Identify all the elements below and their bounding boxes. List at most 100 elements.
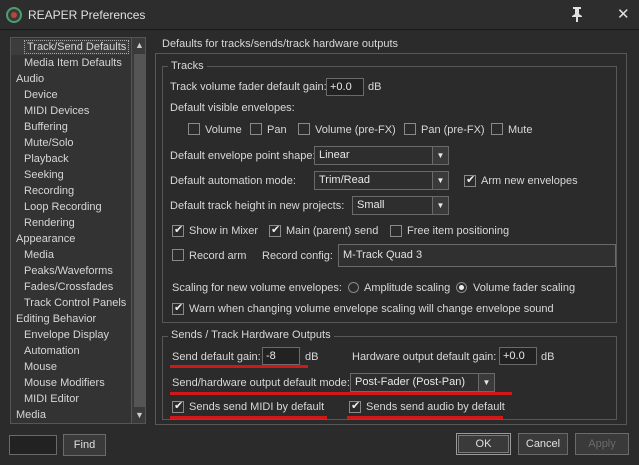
- tree-item-label: Loop Recording: [24, 201, 102, 213]
- scaling-label: Scaling for new volume envelopes:: [172, 282, 342, 294]
- tree-item-label: Appearance: [16, 233, 76, 245]
- find-button[interactable]: Find: [63, 434, 106, 456]
- tree-item-label: Playback: [24, 153, 69, 165]
- point-shape-value: Linear: [319, 149, 350, 161]
- tree-item[interactable]: Mute/Solo: [11, 135, 130, 151]
- env-pan-prefx-checkbox[interactable]: [404, 123, 416, 135]
- tree-item-label: Peaks/Waveforms: [24, 265, 113, 277]
- tree-item[interactable]: Fades/Crossfades: [11, 279, 130, 295]
- tree-item[interactable]: Appearance: [11, 231, 130, 247]
- tree-scrollbar[interactable]: ▲ ▼: [131, 38, 145, 423]
- tree-item-label: Mouse: [24, 361, 58, 373]
- fader-scaling-radio[interactable]: [456, 282, 467, 293]
- chevron-down-icon: ▼: [432, 197, 448, 214]
- scroll-thumb[interactable]: [134, 54, 145, 407]
- track-height-value: Small: [357, 199, 385, 211]
- tree-item-label: Mute/Solo: [24, 137, 74, 149]
- send-audio-label: Sends send audio by default: [366, 401, 505, 413]
- main-send-checkbox[interactable]: [269, 223, 281, 237]
- fader-gain-unit: dB: [368, 81, 382, 93]
- find-input[interactable]: [9, 435, 57, 455]
- tree-item-label: Media Item Defaults: [24, 57, 122, 69]
- tree-item[interactable]: Audio: [11, 71, 130, 87]
- tree-item[interactable]: Device: [11, 87, 130, 103]
- hw-gain-input[interactable]: +0.0: [499, 347, 537, 365]
- cancel-button[interactable]: Cancel: [518, 433, 568, 455]
- arm-new-envelopes-checkbox[interactable]: [464, 173, 476, 187]
- tracks-group-title: Tracks: [168, 60, 207, 72]
- env-pan-label: Pan: [267, 124, 287, 136]
- tree-item[interactable]: Automation: [11, 343, 130, 359]
- send-midi-checkbox[interactable]: [172, 399, 184, 413]
- category-tree[interactable]: Track/Send Defaults Media Item Defaults Au…: [10, 37, 146, 424]
- tree-item[interactable]: Seeking: [11, 167, 130, 183]
- tree-item-label: MIDI Devices: [24, 105, 90, 117]
- env-pan-checkbox[interactable]: [250, 123, 262, 135]
- tree-item[interactable]: Media: [11, 247, 130, 263]
- close-icon[interactable]: ✕: [617, 5, 630, 23]
- tree-item-label: Buffering: [24, 121, 68, 133]
- annotation-underline: [170, 392, 512, 395]
- pin-icon[interactable]: [571, 6, 585, 22]
- warn-scaling-checkbox[interactable]: [172, 301, 184, 315]
- tree-item[interactable]: Rendering: [11, 215, 130, 231]
- send-mode-dropdown[interactable]: Post-Fader (Post-Pan) ▼: [350, 373, 495, 392]
- fader-scaling-label: Volume fader scaling: [473, 282, 576, 294]
- scroll-down-icon[interactable]: ▼: [132, 408, 145, 423]
- tree-item[interactable]: Mouse Modifiers: [11, 375, 130, 391]
- show-in-mixer-checkbox[interactable]: [172, 223, 184, 237]
- tree-item-label: Automation: [24, 345, 80, 357]
- tree-item[interactable]: MIDI Editor: [11, 391, 130, 407]
- env-volume-prefx-checkbox[interactable]: [298, 123, 310, 135]
- env-pan-prefx-label: Pan (pre-FX): [421, 124, 485, 136]
- tree-item[interactable]: Peaks/Waveforms: [11, 263, 130, 279]
- send-audio-checkbox[interactable]: [349, 399, 361, 413]
- apply-button[interactable]: Apply: [575, 433, 629, 455]
- point-shape-dropdown[interactable]: Linear ▼: [314, 146, 449, 165]
- scroll-up-icon[interactable]: ▲: [132, 38, 145, 53]
- automation-mode-label: Default automation mode:: [170, 175, 296, 187]
- tree-item[interactable]: Playback: [11, 151, 130, 167]
- main-send-label: Main (parent) send: [286, 225, 379, 237]
- automation-mode-value: Trim/Read: [319, 174, 370, 186]
- sends-group-title: Sends / Track Hardware Outputs: [168, 329, 334, 341]
- env-volume-checkbox[interactable]: [188, 123, 200, 135]
- tree-item-label: MIDI Editor: [24, 393, 80, 405]
- tree-item[interactable]: Recording: [11, 183, 130, 199]
- show-in-mixer-label: Show in Mixer: [189, 225, 259, 237]
- free-positioning-checkbox[interactable]: [390, 225, 402, 237]
- send-gain-label: Send default gain:: [172, 351, 261, 363]
- tree-item[interactable]: Editing Behavior: [11, 311, 130, 327]
- chevron-down-icon: ▼: [432, 172, 448, 189]
- fader-gain-label: Track volume fader default gain:: [170, 81, 327, 93]
- record-arm-label: Record arm: [189, 250, 247, 262]
- track-height-dropdown[interactable]: Small ▼: [352, 196, 449, 215]
- amplitude-scaling-radio[interactable]: [348, 282, 359, 293]
- send-gain-input[interactable]: -8: [262, 347, 300, 365]
- env-volume-prefx-label: Volume (pre-FX): [315, 124, 396, 136]
- annotation-underline: [170, 416, 327, 419]
- tree-item[interactable]: Track/Send Defaults: [11, 39, 130, 55]
- tree-item[interactable]: Envelope Display: [11, 327, 130, 343]
- tree-item[interactable]: Buffering: [11, 119, 130, 135]
- tree-item[interactable]: MIDI Devices: [11, 103, 130, 119]
- record-config-button[interactable]: M-Track Quad 3: [338, 244, 616, 267]
- tree-item-label: Seeking: [24, 169, 64, 181]
- free-positioning-label: Free item positioning: [407, 225, 510, 237]
- tree-item[interactable]: Mouse: [11, 359, 130, 375]
- tree-item[interactable]: Media: [11, 407, 130, 423]
- tree-item[interactable]: Track Control Panels: [11, 295, 130, 311]
- automation-mode-dropdown[interactable]: Trim/Read ▼: [314, 171, 449, 190]
- tree-item[interactable]: Loop Recording: [11, 199, 130, 215]
- chevron-down-icon: ▼: [432, 147, 448, 164]
- fader-gain-input[interactable]: +0.0: [326, 78, 364, 96]
- point-shape-label: Default envelope point shape:: [170, 150, 316, 162]
- warn-scaling-label: Warn when changing volume envelope scali…: [189, 303, 554, 315]
- send-midi-label: Sends send MIDI by default: [189, 401, 325, 413]
- title-bar[interactable]: REAPER Preferences ✕: [0, 0, 639, 30]
- env-mute-checkbox[interactable]: [491, 123, 503, 135]
- record-arm-checkbox[interactable]: [172, 249, 184, 261]
- hw-gain-unit: dB: [541, 351, 555, 363]
- tree-item[interactable]: Media Item Defaults: [11, 55, 130, 71]
- ok-button[interactable]: OK: [456, 433, 511, 455]
